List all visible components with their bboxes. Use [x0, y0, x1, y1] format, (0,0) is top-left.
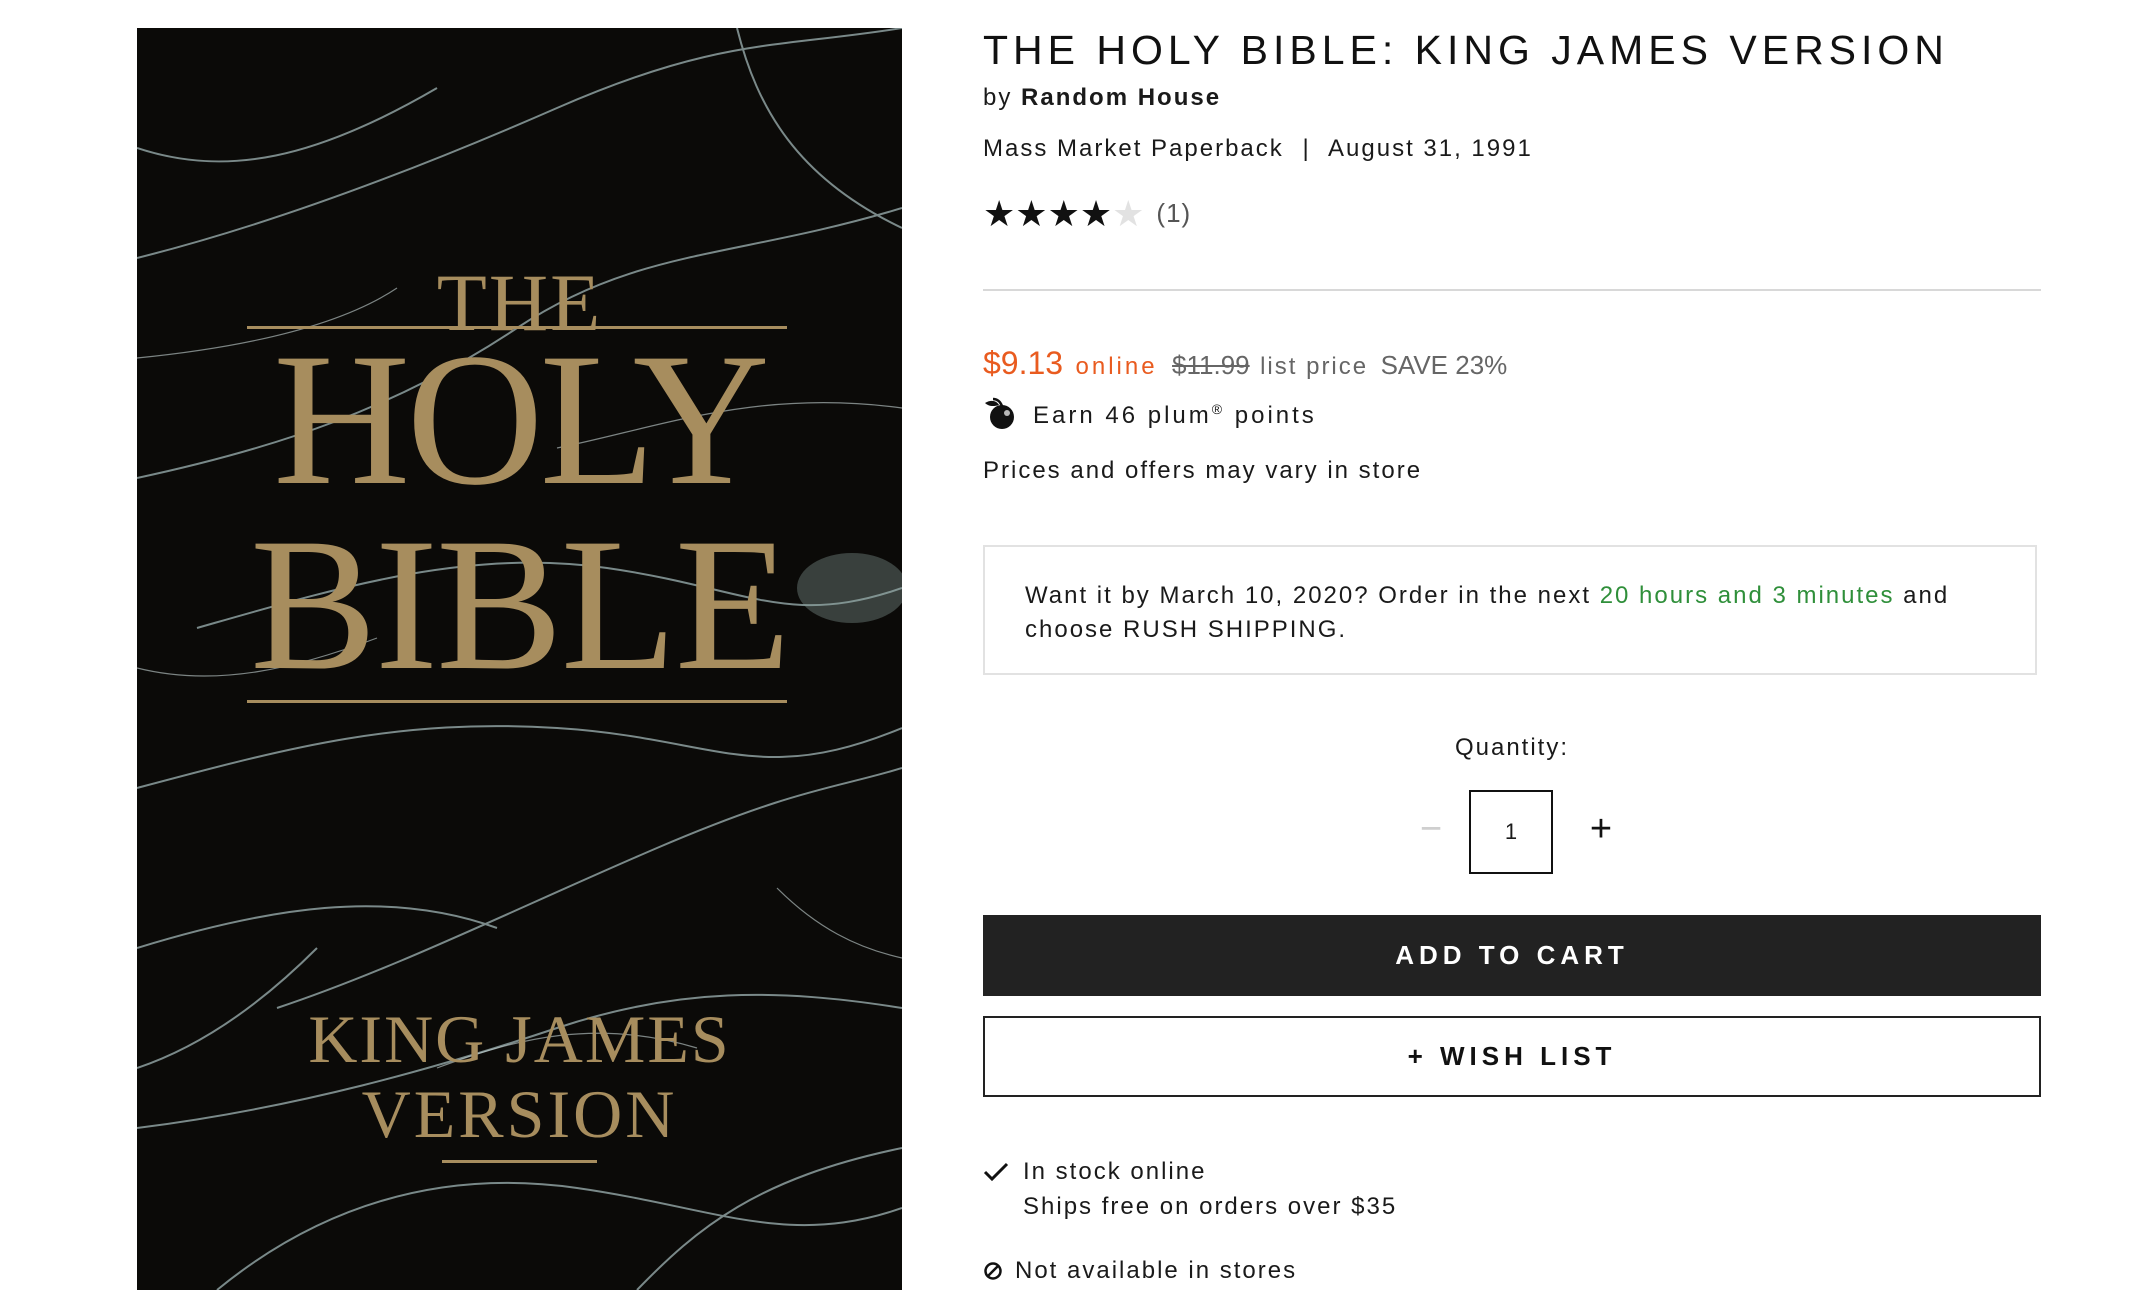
star-filled-icon: ★	[983, 193, 1016, 234]
price-vary-notice: Prices and offers may vary in store	[983, 457, 1423, 484]
format-link[interactable]: Mass Market Paperback	[983, 135, 1284, 162]
star-filled-icon: ★	[1015, 193, 1048, 234]
quantity-decrement-button[interactable]: −	[1411, 808, 1451, 851]
cover-rule-small	[442, 1160, 597, 1163]
book-cover-image[interactable]: THE HOLY BIBLE KING JAMES VERSION	[137, 28, 902, 1290]
cover-title-holy: HOLY	[273, 315, 770, 525]
in-stock-status: In stock online	[983, 1158, 1206, 1186]
plum-text: Earn 46 plum	[1033, 402, 1212, 429]
byline: by Random House	[983, 84, 1221, 112]
save-percentage: SAVE 23%	[1380, 350, 1508, 380]
plum-icon	[985, 397, 1014, 429]
format-date-line: Mass Market Paperback | August 31, 1991	[983, 135, 1533, 163]
rush-shipping-box: Want it by March 10, 2020? Order in the …	[983, 545, 2037, 675]
not-in-stores-text: Not available in stores	[1015, 1257, 1298, 1284]
list-price: $11.99	[1172, 350, 1250, 380]
ships-free-text: Ships free on orders over $35	[1023, 1193, 1398, 1220]
add-to-cart-button[interactable]: ADD TO CART	[983, 915, 2041, 996]
shipping-text: Want it by March 10, 2020? Order in the …	[1025, 582, 1600, 609]
quantity-label: Quantity:	[1454, 734, 1570, 761]
list-price-label: list price	[1260, 353, 1369, 380]
product-title: THE HOLY BIBLE: KING JAMES VERSION	[983, 27, 1949, 73]
quantity-input[interactable]: 1	[1469, 790, 1553, 874]
quantity-increment-button[interactable]: +	[1581, 808, 1621, 851]
cover-rule-bottom	[247, 700, 787, 703]
plum-points: Earn 46 plum® points	[983, 395, 1317, 431]
online-label: online	[1075, 353, 1158, 380]
by-label: by	[983, 84, 1013, 111]
star-filled-icon: ★	[1047, 193, 1080, 234]
check-icon	[983, 1162, 1009, 1182]
registered-mark: ®	[1211, 401, 1226, 417]
rating-count[interactable]: (1)	[1156, 198, 1191, 228]
stars: ★★★★★	[983, 193, 1144, 234]
store-availability: Not available in stores	[983, 1257, 1297, 1285]
plum-text-after: points	[1225, 402, 1317, 429]
shipping-countdown: 20 hours and 3 minutes	[1599, 582, 1895, 609]
sale-price: $9.13	[983, 345, 1064, 381]
star-rating[interactable]: ★★★★★ (1)	[983, 193, 1191, 235]
in-stock-text: In stock online	[1023, 1158, 1207, 1185]
cover-title-bible: BIBLE	[250, 500, 791, 710]
cover-subtitle-king-james: KING JAMES	[308, 1001, 731, 1077]
unavailable-icon	[984, 1262, 1002, 1280]
divider	[983, 289, 2041, 291]
wish-list-button[interactable]: + WISH LIST	[983, 1016, 2041, 1097]
publish-date: August 31, 1991	[1328, 135, 1533, 162]
star-empty-icon: ★	[1112, 193, 1145, 234]
separator: |	[1302, 135, 1311, 162]
price-row: $9.13 online $11.99 list price SAVE 23%	[983, 345, 1507, 382]
author-link[interactable]: Random House	[1021, 84, 1221, 111]
cover-subtitle-version: VERSION	[361, 1076, 678, 1152]
star-filled-icon: ★	[1079, 193, 1113, 234]
